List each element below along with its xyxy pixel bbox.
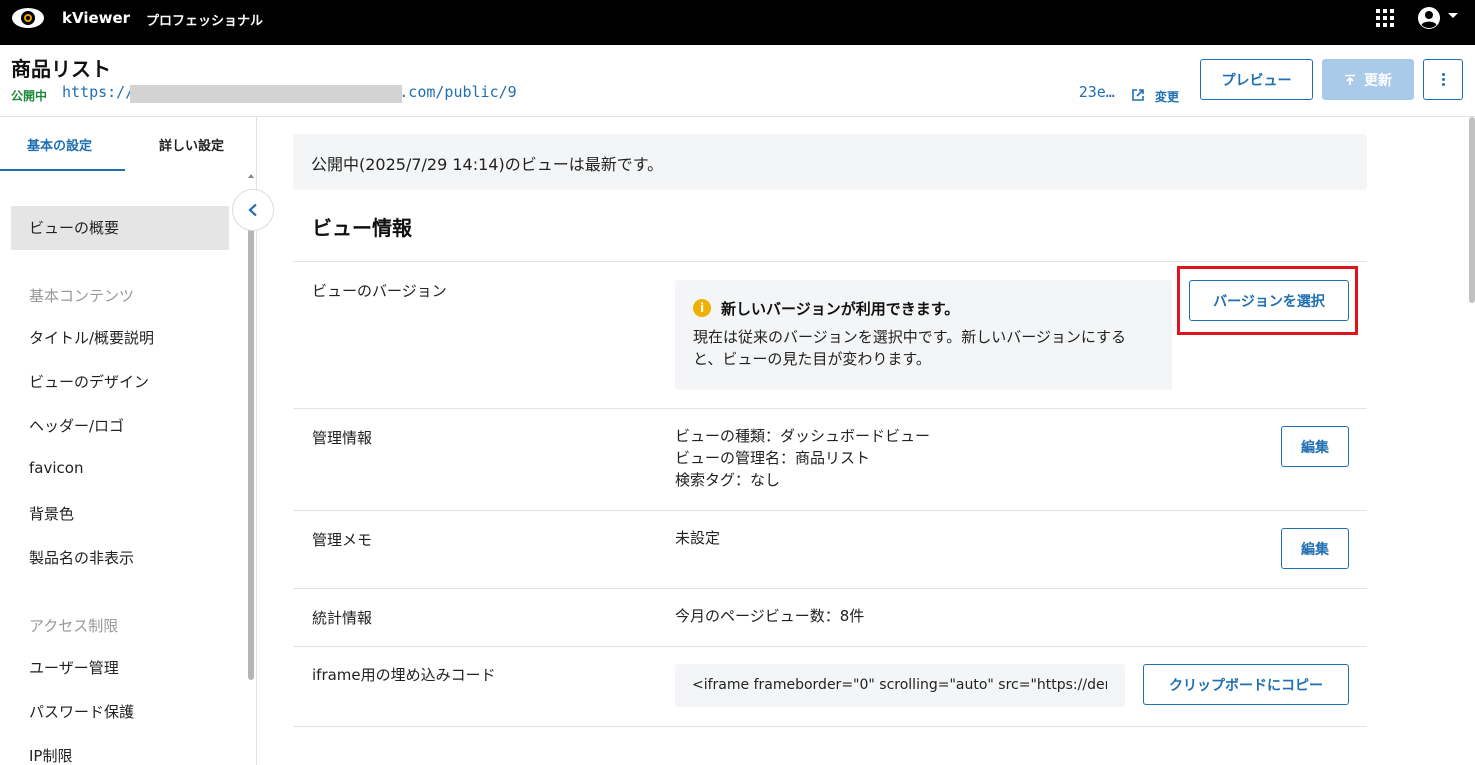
edit-label: 編集: [1301, 541, 1329, 558]
sidebar-item-title[interactable]: タイトル/概要説明: [29, 327, 154, 348]
sidebar-item-password[interactable]: パスワード保護: [29, 701, 134, 722]
url-mid: g.com/public/9: [390, 83, 517, 101]
upload-icon: [1345, 74, 1355, 85]
management-info: ビューの種類：ダッシュボードビュー ビューの管理名：商品リスト 検索タグ：なし: [675, 425, 930, 491]
apps-grid-icon[interactable]: [1376, 9, 1394, 27]
embed-label: iframe用の埋め込みコード: [312, 666, 496, 684]
info-icon: i: [693, 299, 711, 317]
version-notice-box: i 新しいバージョンが利用できます。 現在は従来のバージョンを選択中です。新しい…: [675, 280, 1172, 390]
copy-to-clipboard-button[interactable]: クリップボードにコピー: [1143, 664, 1349, 705]
url-redaction: [130, 85, 402, 103]
edit-management-button[interactable]: 編集: [1281, 426, 1349, 467]
scroll-up-arrow-icon[interactable]: [248, 174, 254, 178]
sidebar-item-ip[interactable]: IP制限: [29, 745, 72, 765]
sidebar-section-basic: 基本コンテンツ: [29, 287, 135, 305]
edit-memo-button[interactable]: 編集: [1281, 528, 1349, 569]
sidebar-item-header-logo[interactable]: ヘッダー/ロゴ: [29, 415, 124, 436]
view-management-name: ビューの管理名：商品リスト: [675, 449, 871, 467]
account-icon[interactable]: [1416, 6, 1442, 30]
sidebar-item-favicon[interactable]: favicon: [29, 459, 83, 477]
embed-code-text: <iframe frameborder="0" scrolling="auto"…: [692, 677, 1107, 693]
url-prefix: https://: [62, 83, 135, 101]
row-divider: [293, 510, 1367, 511]
url-tail: 23e…: [1078, 83, 1115, 101]
sidebar-item-hide-product[interactable]: 製品名の非表示: [29, 547, 134, 568]
row-divider: [293, 726, 1367, 727]
edit-label: 編集: [1301, 439, 1329, 456]
row-divider: [293, 588, 1367, 589]
more-menu-button[interactable]: [1423, 59, 1463, 100]
stats-value: 今月のページビュー数：8件: [675, 607, 865, 625]
version-notice-title: 新しいバージョンが利用できます。: [721, 300, 960, 318]
section-title: ビュー情報: [312, 216, 412, 240]
search-tags: 検索タグ：なし: [675, 471, 781, 489]
external-link-icon[interactable]: [1131, 88, 1145, 102]
sidebar: 基本の設定 詳しい設定 ビューの概要 基本コンテンツ タイトル/概要説明 ビュー…: [0, 117, 257, 765]
update-button[interactable]: 更新: [1322, 59, 1414, 100]
top-bar: kViewer プロフェッショナル: [0, 0, 1475, 45]
view-type: ビューの種類：ダッシュボードビュー: [675, 427, 931, 445]
embed-code-box[interactable]: <iframe frameborder="0" scrolling="auto"…: [675, 664, 1125, 707]
select-version-label: バージョンを選択: [1213, 293, 1325, 310]
publish-notice: 公開中(2025/7/29 14:14)のビューは最新です。: [293, 134, 1367, 190]
collapse-sidebar-button[interactable]: [232, 189, 274, 231]
status-badge: 公開中: [11, 89, 48, 103]
memo-label: 管理メモ: [312, 531, 373, 549]
sidebar-item-design[interactable]: ビューのデザイン: [29, 371, 149, 392]
stats-label: 統計情報: [312, 609, 373, 627]
sidebar-scrollbar[interactable]: [248, 190, 254, 680]
version-notice-description: 現在は従来のバージョンを選択中です。新しいバージョンにすると、ビューの見た目が変…: [693, 328, 1127, 368]
page-title: 商品リスト: [11, 57, 111, 81]
edition-label: プロフェッショナル: [146, 14, 264, 29]
caret-down-icon[interactable]: [1446, 10, 1460, 20]
sidebar-item-overview[interactable]: ビューの概要: [11, 206, 229, 250]
active-tab-indicator: [0, 169, 125, 171]
tab-basic-settings[interactable]: 基本の設定: [27, 135, 92, 154]
sidebar-section-access: アクセス制限: [29, 617, 119, 635]
change-url-link[interactable]: 変更: [1155, 88, 1179, 105]
brand-name: kViewer: [62, 9, 131, 27]
preview-button[interactable]: プレビュー: [1200, 59, 1313, 100]
eye-logo-icon[interactable]: [10, 5, 46, 31]
row-divider: [293, 646, 1367, 647]
chevron-left-icon: [248, 203, 257, 217]
row-divider: [293, 261, 1367, 262]
tab-detail-settings[interactable]: 詳しい設定: [159, 135, 224, 154]
select-version-button[interactable]: バージョンを選択: [1189, 280, 1349, 321]
management-label: 管理情報: [312, 429, 373, 447]
publish-notice-text: 公開中(2025/7/29 14:14)のビューは最新です。: [311, 155, 664, 174]
more-vertical-icon: [1441, 73, 1445, 86]
preview-label: プレビュー: [1221, 72, 1292, 89]
sidebar-item-background[interactable]: 背景色: [29, 503, 74, 524]
copy-label: クリップボードにコピー: [1169, 677, 1323, 694]
main-scrollbar[interactable]: [1469, 117, 1475, 303]
memo-value: 未設定: [675, 529, 721, 547]
row-divider: [293, 408, 1367, 409]
sidebar-item-label: ビューの概要: [29, 219, 120, 237]
update-label: 更新: [1364, 72, 1392, 89]
version-label: ビューのバージョン: [312, 282, 447, 300]
sidebar-item-users[interactable]: ユーザー管理: [29, 657, 119, 678]
